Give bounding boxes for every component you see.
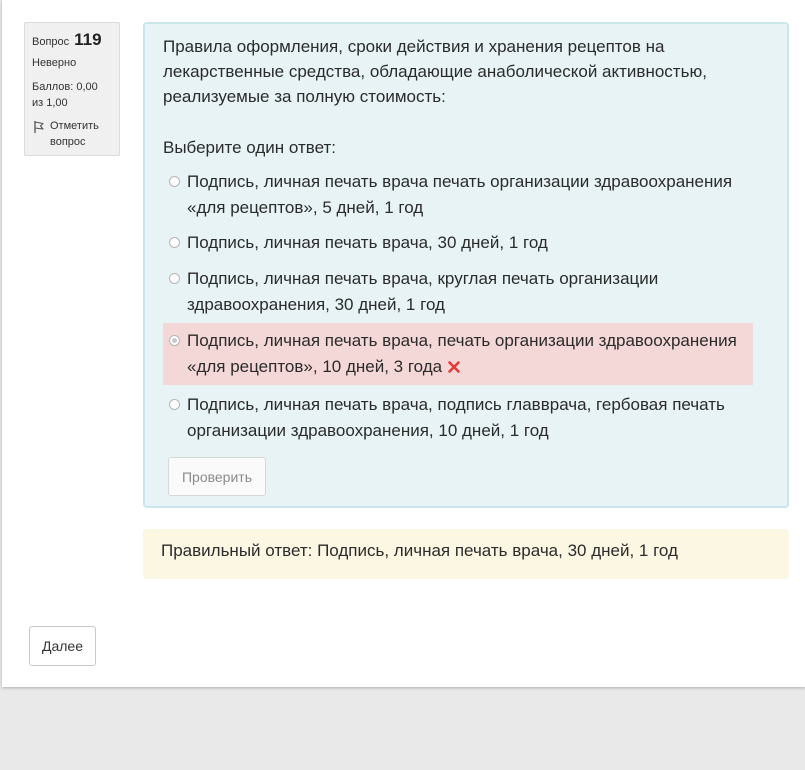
question-text: Правила оформления, сроки действия и хра… — [163, 37, 707, 106]
radio-button[interactable] — [169, 273, 180, 284]
answer-label[interactable]: Подпись, личная печать врача, подпись гл… — [187, 392, 753, 444]
answer-option-5[interactable]: Подпись, личная печать врача, подпись гл… — [163, 392, 753, 444]
page-card: Вопрос 119 Неверно Баллов: 0,00 из 1,00 … — [2, 0, 805, 687]
radio-button[interactable] — [169, 237, 180, 248]
question-formulation: Правила оформления, сроки действия и хра… — [143, 22, 789, 508]
question-number-value: 119 — [74, 30, 102, 49]
answer-prompt: Выберите один ответ: — [163, 138, 336, 157]
radio-button[interactable] — [169, 399, 180, 410]
question-grade: Баллов: 0,00 из 1,00 — [32, 81, 98, 109]
answer-label-wrapper[interactable]: Подпись, личная печать врача, печать орг… — [187, 328, 753, 385]
answer-option-2[interactable]: Подпись, личная печать врача, 30 дней, 1… — [163, 230, 753, 256]
answer-label[interactable]: Подпись, личная печать врача, круглая пе… — [187, 266, 753, 318]
answer-label[interactable]: Подпись, личная печать врача печать орга… — [187, 169, 753, 221]
question-label: Вопрос — [32, 36, 70, 48]
right-answer-feedback: Правильный ответ: Подпись, личная печать… — [143, 529, 789, 579]
flag-question-link[interactable]: Отметить вопрос — [32, 118, 112, 150]
answer-label[interactable]: Подпись, личная печать врача, 30 дней, 1… — [187, 230, 753, 256]
answer-option-1[interactable]: Подпись, личная печать врача печать орга… — [163, 169, 753, 221]
question-state: Неверно — [32, 57, 77, 69]
radio-button[interactable] — [169, 176, 180, 187]
flag-question-label[interactable]: Отметить вопрос — [50, 118, 112, 150]
flag-icon — [34, 121, 44, 133]
question-info-panel: Вопрос 119 Неверно Баллов: 0,00 из 1,00 … — [24, 22, 120, 156]
radio-button-selected[interactable] — [169, 335, 180, 346]
answer-option-4[interactable]: Подпись, личная печать врача, печать орг… — [163, 323, 753, 385]
incorrect-icon — [448, 361, 460, 373]
question-number: Вопрос 119 — [32, 30, 112, 50]
check-button[interactable]: Проверить — [168, 457, 266, 496]
next-button[interactable]: Далее — [29, 626, 96, 666]
answer-option-3[interactable]: Подпись, личная печать врача, круглая пе… — [163, 266, 753, 318]
answer-label[interactable]: Подпись, личная печать врача, печать орг… — [187, 331, 737, 376]
